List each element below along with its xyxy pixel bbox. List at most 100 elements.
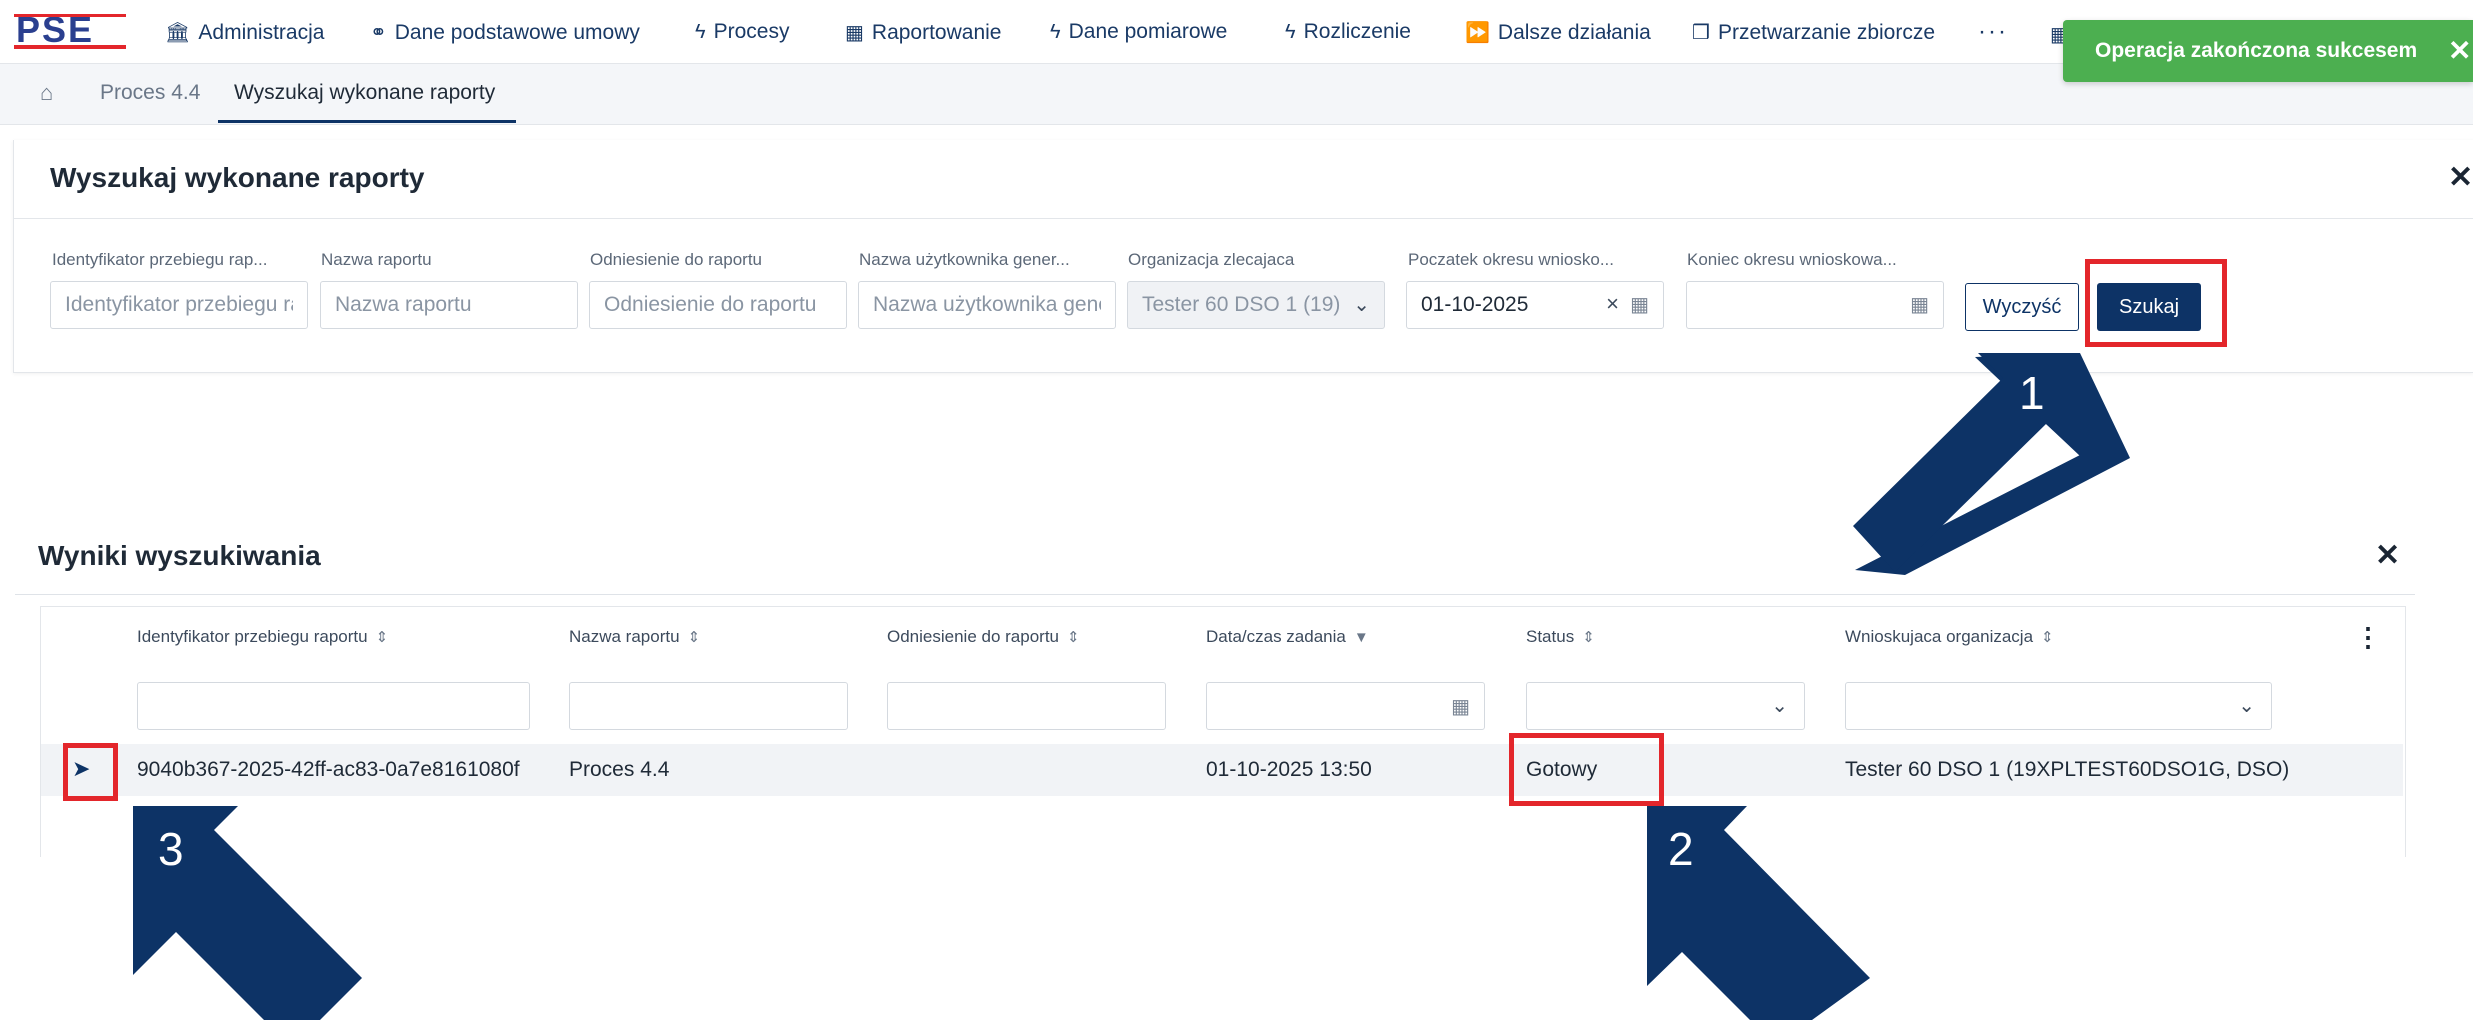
- clear-icon[interactable]: ×: [1606, 291, 1619, 317]
- column-header-organization[interactable]: Wnioskujaca organizacja ⇕: [1845, 627, 2054, 647]
- cell-report-name: Proces 4.4: [569, 758, 670, 781]
- page-title: Wyszukaj wykonane raporty: [50, 162, 425, 193]
- sort-icon[interactable]: ⇕: [1582, 629, 1595, 646]
- sort-icon[interactable]: ⇕: [688, 629, 701, 646]
- nav-label: Przetwarzanie zbiorcze: [1717, 20, 1936, 44]
- nav-label: Rozliczenie: [1303, 20, 1411, 43]
- filter-report-name[interactable]: [569, 682, 848, 730]
- column-header-label: Wnioskujaca organizacja: [1845, 627, 2034, 646]
- bolt-icon: ϟ: [1285, 20, 1296, 43]
- report-reference-input[interactable]: [589, 281, 847, 329]
- column-header-label: Status: [1526, 627, 1575, 646]
- toast-message: Operacja zakończona sukcesem: [2095, 39, 2418, 62]
- column-header-status[interactable]: Status ⇕: [1526, 627, 1595, 647]
- clear-button[interactable]: Wyczyść: [1965, 283, 2079, 331]
- bolt-icon: ϟ: [695, 20, 706, 43]
- report-name-input[interactable]: [320, 281, 578, 329]
- filter-datetime[interactable]: ▦: [1206, 682, 1485, 730]
- column-header-label: Nazwa raportu: [569, 627, 680, 646]
- highlight-status-cell: [1509, 733, 1664, 806]
- success-toast: Operacja zakończona sukcesem ✕: [2063, 20, 2473, 82]
- annotation-label-3: 3: [158, 823, 184, 875]
- field-label-report-name: Nazwa raportu: [321, 250, 432, 269]
- column-header-label: Data/czas zadania: [1206, 627, 1346, 646]
- nav-item-procesy[interactable]: ϟ Procesy: [695, 20, 789, 44]
- run-id-input[interactable]: [50, 281, 308, 329]
- column-header-label: Identyfikator przebiegu raportu: [137, 627, 368, 646]
- nav-label: Procesy: [713, 20, 790, 43]
- highlight-send-icon: [63, 743, 118, 801]
- handshake-icon: ⚭: [370, 22, 387, 44]
- column-header-report-name[interactable]: Nazwa raportu ⇕: [569, 627, 700, 647]
- calendar-icon[interactable]: ▦: [1630, 292, 1649, 317]
- nav-label: Dane pomiarowe: [1068, 20, 1228, 43]
- calendar-icon[interactable]: ▦: [1451, 694, 1470, 719]
- field-label-organization: Organizacja zlecajaca: [1128, 250, 1295, 269]
- annotation-label-2: 2: [1668, 823, 1694, 875]
- nav-label: Administracja: [198, 20, 325, 44]
- close-icon[interactable]: ✕: [2375, 538, 2400, 573]
- period-start-datepicker[interactable]: 01-10-2025 × ▦: [1406, 281, 1664, 329]
- nav-item-raportowanie[interactable]: ▦ Raportowanie: [845, 20, 1002, 45]
- nav-item-dalsze-dzialania[interactable]: ⏩ Dalsze działania: [1465, 20, 1651, 45]
- highlight-search-button: [2085, 259, 2227, 347]
- nav-item-rozliczenie[interactable]: ϟ Rozliczenie: [1285, 20, 1411, 44]
- nav-item-przetwarzanie-zbiorcze[interactable]: ❒ Przetwarzanie zbiorcze: [1692, 20, 1935, 45]
- fast-forward-icon: ⏩: [1465, 22, 1490, 44]
- field-label-period-start: Poczatek okresu wniosko...: [1408, 250, 1614, 269]
- organization-select-value: Tester 60 DSO 1 (19): [1142, 293, 1341, 316]
- annotation-label-1: 1: [2019, 367, 2045, 419]
- arrow-1-body: [1853, 353, 2080, 572]
- pse-logo[interactable]: PSE: [14, 12, 126, 50]
- organization-select[interactable]: Tester 60 DSO 1 (19) ⌄: [1127, 281, 1385, 329]
- breadcrumb-item-proces[interactable]: Proces 4.4: [100, 81, 200, 105]
- filter-run-id[interactable]: [137, 682, 530, 730]
- nav-item-dane-pomiarowe[interactable]: ϟ Dane pomiarowe: [1050, 20, 1227, 44]
- sort-desc-icon[interactable]: ▼: [1354, 629, 1369, 646]
- bank-icon: 🏛: [165, 22, 191, 44]
- bolt-icon: ϟ: [1050, 20, 1061, 43]
- divider: [13, 218, 2473, 219]
- column-header-datetime[interactable]: Data/czas zadania ▼: [1206, 627, 1369, 647]
- column-header-run-id[interactable]: Identyfikator przebiegu raportu ⇕: [137, 627, 388, 647]
- calendar-icon[interactable]: ▦: [1910, 292, 1929, 317]
- more-options-icon[interactable]: ⋮: [2355, 622, 2381, 653]
- results-title: Wyniki wyszukiwania: [38, 540, 321, 571]
- column-header-label: Odniesienie do raportu: [887, 627, 1060, 646]
- svg-text:PSE: PSE: [16, 12, 94, 50]
- home-icon[interactable]: ⌂: [40, 80, 53, 106]
- username-input[interactable]: [858, 281, 1116, 329]
- arrow-1: [1855, 353, 2130, 575]
- chevron-down-icon: ⌄: [1771, 695, 1788, 717]
- nav-item-administracja[interactable]: 🏛 Administracja: [165, 20, 324, 45]
- cell-run-id: 9040b367-2025-42ff-ac83-0a7e8161080f: [137, 758, 520, 781]
- nav-label: Dalsze działania: [1497, 20, 1651, 44]
- nav-item-dane-podstawowe[interactable]: ⚭ Dane podstawowe umowy: [370, 20, 640, 45]
- sort-icon[interactable]: ⇕: [1067, 629, 1080, 646]
- cube-icon: ❒: [1692, 22, 1710, 44]
- column-header-reference[interactable]: Odniesienie do raportu ⇕: [887, 627, 1080, 647]
- sort-icon[interactable]: ⇕: [376, 629, 389, 646]
- nav-label: Dane podstawowe umowy: [394, 20, 640, 44]
- breadcrumb-item-current[interactable]: Wyszukaj wykonane raporty: [234, 81, 495, 105]
- field-label-period-end: Koniec okresu wnioskowa...: [1687, 250, 1897, 269]
- active-tab-indicator: [218, 120, 516, 123]
- close-icon[interactable]: ✕: [2448, 160, 2473, 195]
- filter-reference[interactable]: [887, 682, 1166, 730]
- filter-organization[interactable]: ⌄: [1845, 682, 2272, 730]
- field-label-run-id: Identyfikator przebiegu rap...: [52, 250, 268, 269]
- chevron-down-icon: ⌄: [2238, 695, 2255, 717]
- cell-datetime: 01-10-2025 13:50: [1206, 758, 1372, 781]
- close-icon[interactable]: ✕: [2448, 34, 2471, 67]
- period-start-value: 01-10-2025: [1421, 293, 1529, 316]
- period-end-datepicker[interactable]: ▦: [1686, 281, 1944, 329]
- chevron-down-icon: ⌄: [1353, 294, 1370, 316]
- nav-more-button[interactable]: ···: [1978, 18, 2008, 46]
- field-label-username: Nazwa użytkownika gener...: [859, 250, 1070, 269]
- cell-organization: Tester 60 DSO 1 (19XPLTEST60DSO1G, DSO): [1845, 758, 2290, 781]
- field-label-report-reference: Odniesienie do raportu: [590, 250, 763, 269]
- sort-icon[interactable]: ⇕: [2041, 629, 2054, 646]
- divider: [15, 594, 2415, 595]
- filter-status[interactable]: ⌄: [1526, 682, 1805, 730]
- nav-label: Raportowanie: [871, 20, 1002, 44]
